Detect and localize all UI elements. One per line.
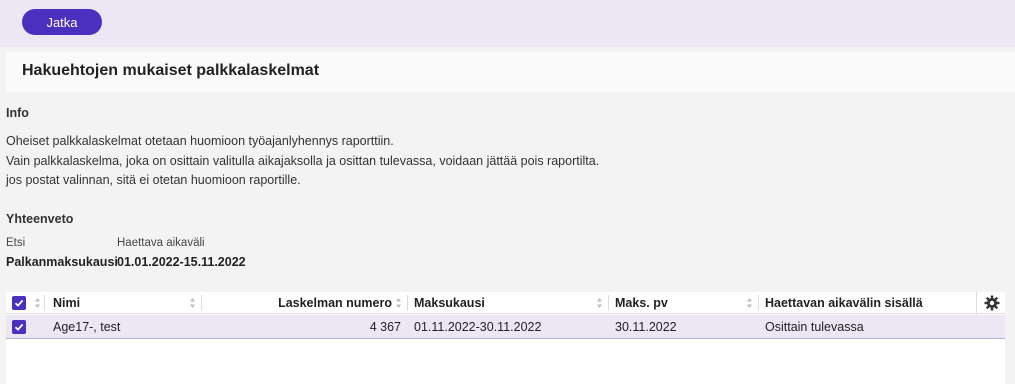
row-checkbox[interactable]	[12, 320, 26, 334]
info-heading: Info	[6, 106, 29, 120]
top-action-bar: Jatka	[0, 0, 1015, 47]
sort-icon[interactable]	[395, 297, 402, 309]
table-row[interactable]: Age17-, test 4 367 01.11.2022-30.11.2022…	[6, 315, 1005, 339]
info-line-1: Oheiset palkkalaskelmat otetaan huomioon…	[6, 134, 394, 148]
info-line-3: jos postat valinnan, sitä ei otetan huom…	[6, 173, 301, 187]
info-line-2: Vain palkkalaskelma, joka on osittain va…	[6, 154, 600, 168]
check-icon	[14, 299, 24, 307]
cell-period: 01.11.2022-30.11.2022	[414, 319, 542, 334]
sort-icon[interactable]	[34, 297, 41, 309]
payslip-table: Nimi Laskelman numero Maksukausi Maks. p…	[6, 292, 1005, 384]
table-header: Nimi Laskelman numero Maksukausi Maks. p…	[6, 292, 1005, 314]
cell-number: 4 367	[369, 319, 401, 334]
summary-heading: Yhteenveto	[6, 212, 74, 226]
sort-icon[interactable]	[189, 297, 196, 309]
period-label: Haettava aikaväli	[117, 237, 205, 249]
sort-icon[interactable]	[596, 297, 603, 309]
period-value: 01.01.2022-15.11.2022	[117, 255, 246, 269]
continue-button[interactable]: Jatka	[22, 9, 102, 35]
column-separator[interactable]	[608, 295, 609, 311]
column-separator[interactable]	[44, 295, 45, 311]
cell-payday: 30.11.2022	[615, 319, 677, 334]
cell-within: Osittain tulevassa	[765, 319, 864, 334]
check-icon	[14, 323, 24, 331]
column-header-period[interactable]: Maksukausi	[414, 292, 485, 313]
column-header-name[interactable]: Nimi	[53, 292, 80, 313]
search-value: Palkanmaksukausi	[6, 255, 118, 269]
column-header-payday[interactable]: Maks. pv	[615, 292, 668, 313]
column-separator[interactable]	[201, 295, 202, 311]
cell-name: Age17-, test	[53, 319, 121, 334]
column-separator[interactable]	[758, 295, 759, 311]
title-panel: Hakuehtojen mukaiset palkkalaskelmat	[6, 52, 1015, 92]
gear-icon[interactable]	[984, 295, 1000, 311]
sort-icon[interactable]	[746, 297, 753, 309]
search-label: Etsi	[6, 237, 26, 249]
select-all-checkbox[interactable]	[12, 296, 26, 310]
page-title: Hakuehtojen mukaiset palkkalaskelmat	[22, 62, 320, 79]
column-header-number[interactable]: Laskelman numero	[206, 292, 392, 313]
column-separator[interactable]	[407, 295, 408, 311]
column-header-within[interactable]: Haettavan aikavälin sisällä	[765, 292, 923, 313]
